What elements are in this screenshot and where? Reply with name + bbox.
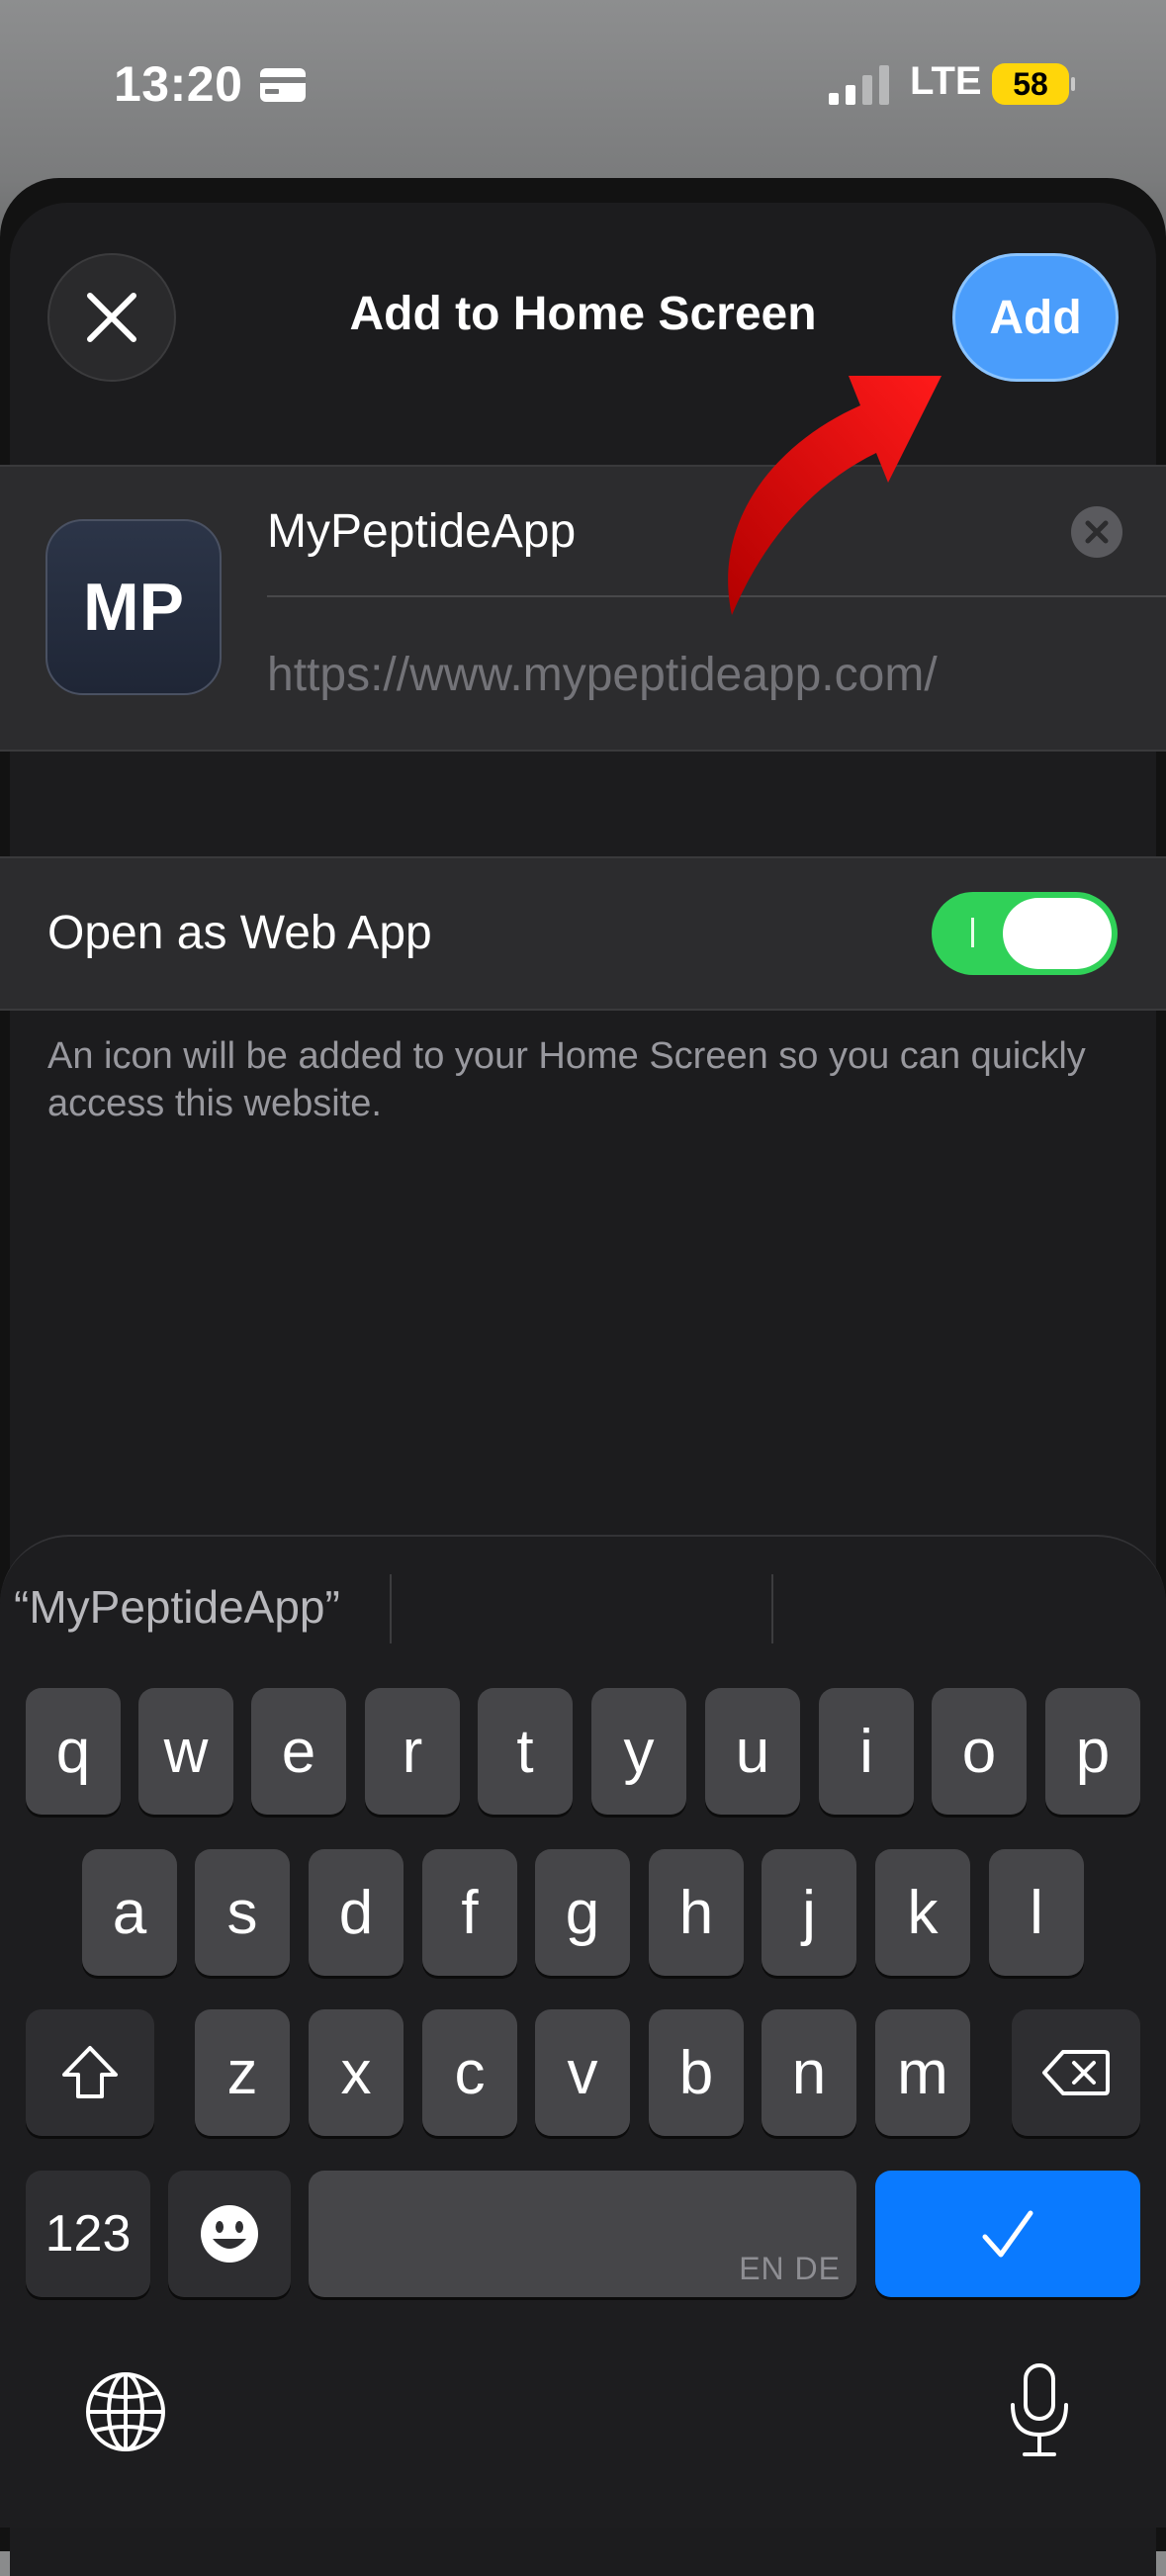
key-m[interactable]: m <box>875 2009 970 2136</box>
card-icon <box>260 68 306 102</box>
suggestion-divider <box>771 1574 773 1643</box>
key-e[interactable]: e <box>251 1688 346 1815</box>
key-k[interactable]: k <box>875 1849 970 1976</box>
key-r[interactable]: r <box>365 1688 460 1815</box>
footnote-text: An icon will be added to your Home Scree… <box>47 1035 1086 1124</box>
key-i[interactable]: i <box>819 1688 914 1815</box>
app-name-input[interactable]: MyPeptideApp <box>267 504 576 559</box>
checkmark-icon <box>982 2210 1033 2258</box>
status-time: 13:20 <box>114 56 243 112</box>
app-icon: MP <box>45 519 222 695</box>
web-app-label: Open as Web App <box>47 907 432 959</box>
key-v[interactable]: v <box>535 2009 630 2136</box>
microphone-icon[interactable] <box>1005 2361 1074 2460</box>
backspace-icon <box>1042 2050 1110 2095</box>
keyboard-languages: EN DE <box>739 2251 841 2286</box>
key-f[interactable]: f <box>422 1849 517 1976</box>
toggle-knob[interactable] <box>1003 898 1112 969</box>
key-j[interactable]: j <box>762 1849 856 1976</box>
key-d[interactable]: d <box>309 1849 404 1976</box>
emoji-icon <box>201 2205 258 2263</box>
app-url-field: https://www.mypeptideapp.com/ <box>267 649 938 701</box>
globe-icon[interactable] <box>83 2369 168 2454</box>
key-l[interactable]: l <box>989 1849 1084 1976</box>
emoji-key[interactable] <box>168 2171 291 2297</box>
battery-level: 58 <box>1013 66 1048 102</box>
suggestion-divider <box>390 1574 392 1643</box>
key-n[interactable]: n <box>762 2009 856 2136</box>
red-arrow-annotation <box>728 376 942 615</box>
key-s[interactable]: s <box>195 1849 290 1976</box>
key-o[interactable]: o <box>932 1688 1027 1815</box>
key-u[interactable]: u <box>705 1688 800 1815</box>
clear-text-icon[interactable] <box>1071 506 1122 558</box>
key-p[interactable]: p <box>1045 1688 1140 1815</box>
signal-icon <box>829 65 889 105</box>
key-y[interactable]: y <box>591 1688 686 1815</box>
keyboard-suggestion[interactable]: “MyPeptideApp” <box>14 1580 340 1634</box>
key-g[interactable]: g <box>535 1849 630 1976</box>
key-h[interactable]: h <box>649 1849 744 1976</box>
key-c[interactable]: c <box>422 2009 517 2136</box>
shift-key[interactable] <box>26 2009 154 2136</box>
key-t[interactable]: t <box>478 1688 573 1815</box>
key-w[interactable]: w <box>138 1688 233 1815</box>
add-button[interactable]: Add <box>952 253 1119 382</box>
key-q[interactable]: q <box>26 1688 121 1815</box>
backspace-key[interactable] <box>1012 2009 1140 2136</box>
key-a[interactable]: a <box>82 1849 177 1976</box>
done-key[interactable] <box>875 2171 1140 2297</box>
shift-icon <box>62 2046 118 2098</box>
toggle-on-indicator <box>971 918 974 947</box>
key-b[interactable]: b <box>649 2009 744 2136</box>
key-z[interactable]: z <box>195 2009 290 2136</box>
numbers-key[interactable]: 123 <box>26 2171 150 2297</box>
network-type: LTE <box>910 59 982 103</box>
space-key[interactable]: EN DE <box>309 2171 856 2297</box>
key-x[interactable]: x <box>309 2009 404 2136</box>
